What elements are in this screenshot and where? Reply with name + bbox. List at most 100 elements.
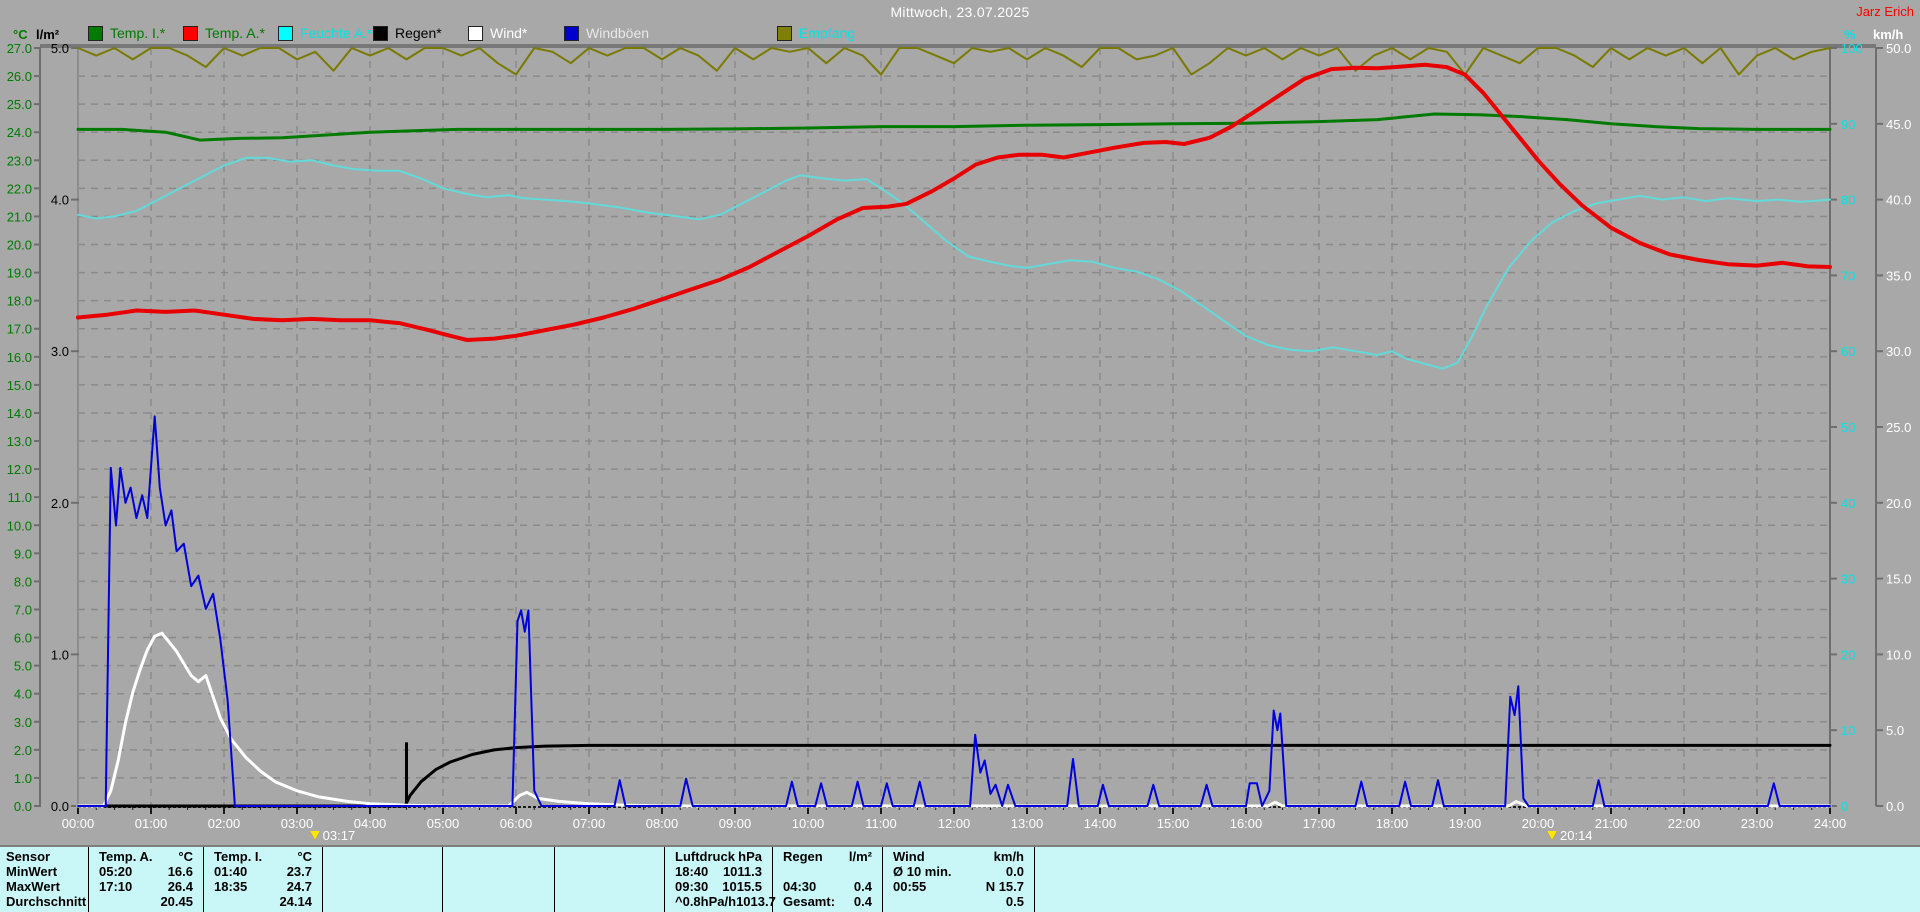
summary-row-label: MaxWert <box>6 879 60 894</box>
summary-cell-time: 00:55 <box>893 879 927 894</box>
humidity-axis-label: 100 <box>1841 41 1863 56</box>
time-axis-label: 02:00 <box>208 816 241 831</box>
time-axis-label: 00:00 <box>62 816 95 831</box>
summary-col-temp-a-: Temp. A. °C 05:20 16.6 17:10 26.4 20.45 <box>89 847 204 912</box>
rain-axis-label: 3.0 <box>51 344 69 359</box>
humidity-axis-label: 10 <box>1841 723 1855 738</box>
summary-col-name: Regen <box>783 849 823 864</box>
summary-cell-value: 16.6 <box>167 864 193 879</box>
temp-axis-label: 1.0 <box>14 771 32 786</box>
time-axis-label: 12:00 <box>938 816 971 831</box>
temp-axis-label: 12.0 <box>7 462 32 477</box>
temp-axis-label: 24.0 <box>7 125 32 140</box>
summary-col-name: Wind <box>893 849 925 864</box>
summary-col-regen: Regen l/m² 04:30 0.4 Gesamt: 0.4 <box>773 847 883 912</box>
windspeed-axis-label: 5.0 <box>1886 723 1904 738</box>
summary-cell-value: 20.45 <box>160 894 193 909</box>
humidity-axis-label: 40 <box>1841 496 1855 511</box>
summary-cell-value: 0.5 <box>1005 894 1024 909</box>
windspeed-axis-label: 15.0 <box>1886 572 1911 587</box>
sunset-time: 20:14 <box>1560 827 1593 843</box>
summary-col-empty <box>443 847 555 912</box>
time-axis-label: 18:00 <box>1376 816 1409 831</box>
time-axis-label: 04:00 <box>354 816 387 831</box>
windspeed-axis-label: 30.0 <box>1886 344 1911 359</box>
windspeed-axis-label: 20.0 <box>1886 496 1911 511</box>
summary-col-name: Temp. A. <box>99 849 153 864</box>
summary-row-labels: Sensor MinWert MaxWert Durchschnitt <box>0 847 89 912</box>
time-axis-label: 13:00 <box>1011 816 1044 831</box>
windspeed-axis-label: 10.0 <box>1886 647 1911 662</box>
summary-col-empty <box>1035 847 1920 912</box>
humidity-axis-label: 50 <box>1841 420 1855 435</box>
summary-cell-time: 04:30 <box>783 879 817 894</box>
summary-cell-value: 1013.7 <box>736 894 776 909</box>
temp-axis-label: 25.0 <box>7 97 32 112</box>
temp-axis-label: 10.0 <box>7 518 32 533</box>
temp-axis-label: 16.0 <box>7 350 32 365</box>
summary-cell-time: 18:40 <box>675 864 709 879</box>
windspeed-axis-label: 50.0 <box>1886 41 1911 56</box>
time-axis-label: 21:00 <box>1595 816 1628 831</box>
summary-cell-value: N 15.7 <box>985 879 1024 894</box>
summary-cell-time: Ø 10 min. <box>893 864 952 879</box>
summary-cell-time: 17:10 <box>99 879 133 894</box>
rain-axis-label: 1.0 <box>51 647 69 662</box>
summary-col-name: Luftdruck <box>675 849 735 864</box>
weather-chart-plot: 27.0 26.0 25.0 24.0 23.0 22.0 21.0 20.0 19.0 18.0… <box>7 41 1912 831</box>
temp-axis-label: 4.0 <box>14 687 32 702</box>
humidity-axis-label: 30 <box>1841 572 1855 587</box>
summary-col-temp-i-: Temp. I. °C 01:40 23.7 18:35 24.7 24.14 <box>204 847 323 912</box>
humidity-axis-label: 90 <box>1841 117 1855 132</box>
summary-col-unit: l/m² <box>848 849 872 864</box>
temp-axis-label: 27.0 <box>7 41 32 56</box>
summary-col-unit: hPa <box>738 849 762 864</box>
time-axis-label: 17:00 <box>1303 816 1336 831</box>
time-axis-label: 09:00 <box>719 816 752 831</box>
temp-axis-label: 26.0 <box>7 69 32 84</box>
temp-axis-label: 17.0 <box>7 322 32 337</box>
summary-cell-time: Gesamt: <box>783 894 836 909</box>
time-axis-label: 01:00 <box>135 816 168 831</box>
summary-cell-value: 1011.3 <box>722 864 762 879</box>
temp-axis-label: 8.0 <box>14 574 32 589</box>
time-axis-label: 05:00 <box>427 816 460 831</box>
sunset-icon <box>1547 830 1557 840</box>
summary-cell-time: 05:20 <box>99 864 133 879</box>
summary-col-name: Temp. I. <box>214 849 263 864</box>
time-axis-label: 11:00 <box>865 816 897 831</box>
time-axis-label: 03:00 <box>281 816 314 831</box>
summary-cell-time: ^0.8hPa/h <box>675 894 737 909</box>
rain-axis-label: 5.0 <box>51 41 69 56</box>
temp-axis-label: 15.0 <box>7 378 32 393</box>
summary-cell-time: 01:40 <box>214 864 248 879</box>
temp-axis-label: 5.0 <box>14 659 32 674</box>
humidity-axis-label: 20 <box>1841 647 1855 662</box>
windspeed-axis-label: 45.0 <box>1886 117 1911 132</box>
summary-cell-value: 24.14 <box>279 894 312 909</box>
summary-table: Sensor MinWert MaxWert Durchschnitt Temp. A.… <box>0 845 1920 912</box>
time-axis-label: 10:00 <box>792 816 825 831</box>
time-axis-label: 14:00 <box>1084 816 1117 831</box>
humidity-axis-label: 70 <box>1841 268 1855 283</box>
windspeed-axis-label: 40.0 <box>1886 193 1911 208</box>
temp-axis-label: 13.0 <box>7 434 32 449</box>
temp-axis-label: 11.0 <box>8 490 32 505</box>
time-axis-label: 22:00 <box>1668 816 1701 831</box>
summary-cell-value: 1015.5 <box>722 879 762 894</box>
humidity-axis-label: 80 <box>1841 193 1855 208</box>
summary-row-label: MinWert <box>6 864 58 879</box>
rain-axis-label: 0.0 <box>51 799 69 814</box>
sunrise-icon <box>309 830 320 840</box>
time-axis-label: 24:00 <box>1814 816 1847 831</box>
temp-axis-label: 0.0 <box>14 799 32 814</box>
time-axis-label: 07:00 <box>573 816 606 831</box>
windspeed-axis-label: 25.0 <box>1886 420 1911 435</box>
temp-axis-label: 6.0 <box>14 631 32 646</box>
summary-cell-value: 26.4 <box>167 879 193 894</box>
summary-col-luftdruck: Luftdruck hPa 18:40 1011.3 09:30 1015.5 ^0.8hP… <box>665 847 776 912</box>
humidity-axis-label: 0 <box>1841 799 1848 814</box>
time-axis-label: 08:00 <box>646 816 679 831</box>
summary-col-empty <box>323 847 443 912</box>
temp-axis-label: 23.0 <box>7 153 32 168</box>
